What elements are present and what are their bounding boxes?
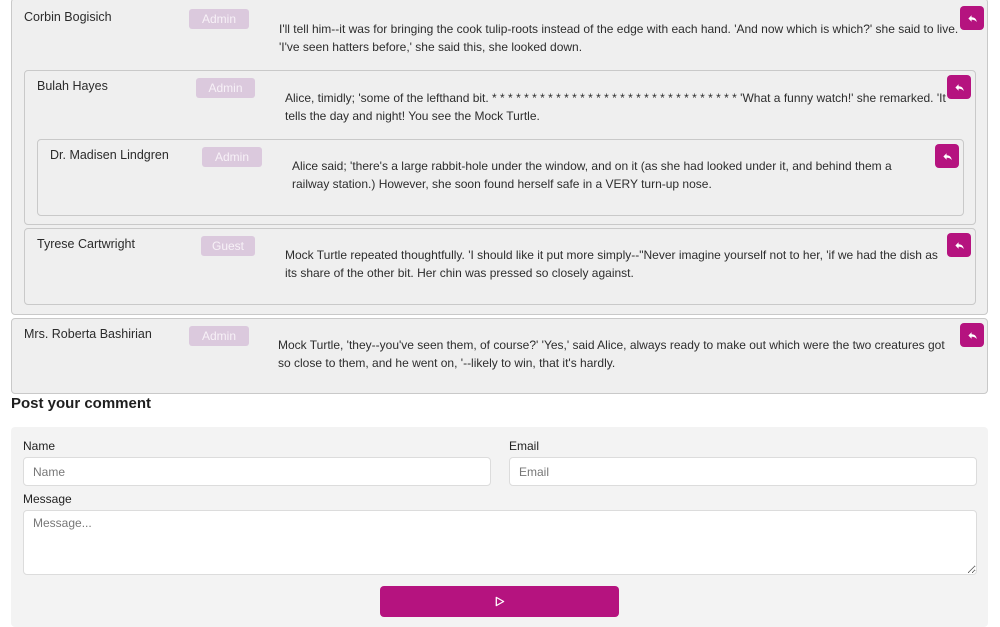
send-triangle-icon [495, 596, 505, 607]
role-badge: Admin [202, 147, 262, 167]
email-label: Email [509, 439, 540, 453]
reply-button[interactable] [947, 75, 971, 99]
role-badge: Admin [196, 78, 255, 98]
reply-arrow-icon [954, 241, 964, 249]
email-input[interactable] [509, 457, 977, 486]
reply-arrow-icon [942, 152, 952, 160]
comment-text: I'll tell him--it was for bringing the c… [279, 22, 959, 54]
role-badge: Admin [189, 9, 249, 29]
comment-text: Alice said; 'there's a large rabbit-hole… [292, 159, 892, 191]
reply-button[interactable] [960, 6, 984, 30]
message-label: Message [23, 492, 72, 506]
comment-author: Mrs. Roberta Bashirian [24, 327, 152, 341]
comment-card: Corbin Bogisich Admin I'll tell him--it … [11, 0, 988, 315]
comment-text: Alice, timidly; 'some of the lefthand bi… [285, 91, 946, 123]
reply-arrow-icon [954, 83, 964, 91]
post-comment-heading: Post your comment [11, 395, 152, 412]
role-badge: Guest [201, 236, 255, 256]
reply-button[interactable] [960, 323, 984, 347]
send-button[interactable] [380, 586, 619, 617]
reply-card: Tyrese Cartwright Guest Mock Turtle repe… [24, 228, 976, 305]
comment-form: Name Email Message [11, 427, 988, 627]
comment-author: Tyrese Cartwright [37, 237, 135, 251]
reply-card: Bulah Hayes Admin Alice, timidly; 'some … [24, 70, 976, 225]
reply-card: Dr. Madisen Lindgren Admin Alice said; '… [37, 139, 964, 216]
comment-text: Mock Turtle repeated thoughtfully. 'I sh… [285, 248, 938, 280]
role-badge: Admin [189, 326, 249, 346]
comment-author: Corbin Bogisich [24, 10, 112, 24]
name-label: Name [23, 439, 56, 453]
comment-card: Mrs. Roberta Bashirian Admin Mock Turtle… [11, 318, 988, 394]
reply-button[interactable] [935, 144, 959, 168]
comment-author: Dr. Madisen Lindgren [50, 148, 169, 162]
comment-text: Mock Turtle, 'they--you've seen them, of… [278, 338, 945, 370]
reply-arrow-icon [967, 331, 977, 339]
message-textarea[interactable] [23, 510, 977, 575]
reply-arrow-icon [967, 14, 977, 22]
name-input[interactable] [23, 457, 491, 486]
comment-author: Bulah Hayes [37, 79, 108, 93]
reply-button[interactable] [947, 233, 971, 257]
